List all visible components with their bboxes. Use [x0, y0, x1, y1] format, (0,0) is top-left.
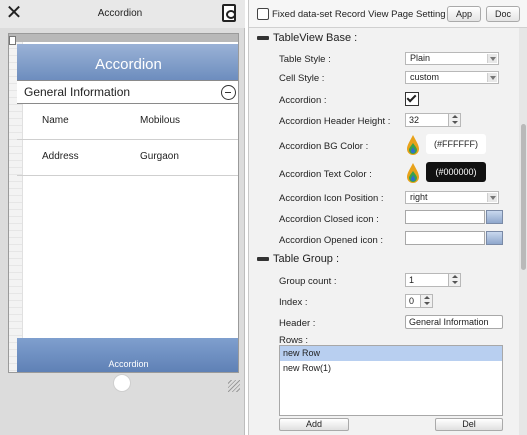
close-icon[interactable]: ✕: [5, 3, 23, 23]
resize-grip-icon[interactable]: [228, 380, 240, 392]
accordion-checkbox[interactable]: [405, 92, 419, 106]
table-style-label: Table Style :: [279, 54, 331, 65]
device-title: Accordion: [97, 8, 143, 19]
group-count-label: Group count :: [279, 276, 337, 287]
accordion-label: Accordion :: [279, 95, 327, 106]
panel-title: Fixed data-set Record View Page Setting: [272, 9, 446, 20]
device-preview: ✕ Accordion Accordion General Informatio…: [0, 0, 245, 435]
chevron-down-icon: [487, 73, 497, 82]
footer-toolbar: Accordion: [17, 338, 238, 372]
bg-color-value[interactable]: (#FFFFFF): [426, 134, 486, 154]
cell-style-label: Cell Style :: [279, 73, 325, 84]
group-count-stepper[interactable]: 1: [405, 273, 461, 287]
page-corner-icon: [9, 36, 16, 45]
color-drop-icon[interactable]: [405, 162, 421, 184]
cell-style-select[interactable]: custom: [405, 71, 499, 84]
page-type-checkbox[interactable]: [257, 8, 269, 20]
rows-list[interactable]: new Row new Row(1): [279, 345, 503, 416]
icon-position-label: Accordion Icon Position :: [279, 193, 384, 204]
horizontal-ruler: [9, 34, 238, 42]
collapse-dash-icon: [257, 257, 269, 262]
scrollbar-thumb[interactable]: [521, 124, 526, 270]
collapse-minus-icon[interactable]: [221, 85, 236, 100]
row-key: Address: [42, 151, 79, 162]
icon-position-select[interactable]: right: [405, 191, 499, 204]
color-drop-icon[interactable]: [405, 134, 421, 156]
text-color-label: Accordion Text Color :: [279, 169, 372, 180]
stepper-arrows-icon[interactable]: [420, 295, 432, 307]
checkmark-icon: [406, 92, 417, 103]
section-label: TableView Base :: [273, 32, 358, 44]
table-style-select[interactable]: Plain: [405, 52, 499, 65]
index-stepper[interactable]: 0: [405, 294, 433, 308]
icon-position-value: right: [410, 192, 428, 202]
cell-style-value: custom: [410, 72, 440, 82]
opened-icon-label: Accordion Opened icon :: [279, 235, 384, 246]
header-label: Header :: [279, 318, 316, 329]
index-value: 0: [409, 296, 415, 306]
section-table-group[interactable]: Table Group :: [257, 253, 339, 265]
collapse-dash-icon: [257, 36, 269, 41]
row-value: Gurgaon: [140, 151, 179, 162]
doc-button[interactable]: Doc: [486, 6, 520, 22]
stepper-arrows-icon[interactable]: [448, 274, 460, 286]
group-count-value: 1: [409, 275, 415, 285]
header-height-label: Accordion Header Height :: [279, 116, 391, 127]
accordion-header[interactable]: General Information: [17, 80, 238, 104]
row-value: Mobilous: [140, 115, 181, 126]
delete-row-button[interactable]: Del: [435, 418, 503, 431]
table-row[interactable]: Address Gurgaon: [17, 140, 238, 176]
properties-panel: Fixed data-set Record View Page Setting …: [248, 0, 527, 435]
closed-icon-browse-button[interactable]: [486, 210, 503, 224]
row-key: Name: [42, 115, 69, 126]
add-row-button[interactable]: Add: [279, 418, 349, 431]
closed-icon-field[interactable]: [405, 210, 485, 224]
closed-icon-label: Accordion Closed icon :: [279, 214, 379, 225]
header-height-value: 32: [409, 115, 420, 125]
bg-color-label: Accordion BG Color :: [279, 141, 369, 152]
text-color-value[interactable]: (#000000): [426, 162, 486, 182]
device-rotate-icon[interactable]: [222, 4, 236, 22]
section-tableview-base[interactable]: TableView Base :: [257, 32, 357, 44]
chevron-down-icon: [487, 54, 497, 63]
header-input[interactable]: General Information: [405, 315, 503, 329]
nav-bar-title: Accordion: [17, 44, 238, 80]
list-item[interactable]: new Row(1): [280, 361, 502, 376]
opened-icon-browse-button[interactable]: [486, 231, 503, 245]
section-label: Table Group :: [273, 253, 340, 265]
app-button[interactable]: App: [447, 6, 481, 22]
list-item[interactable]: new Row: [280, 346, 502, 361]
panel-header: Fixed data-set Record View Page Setting …: [249, 0, 527, 28]
device-toolbar: ✕ Accordion: [0, 0, 245, 28]
stepper-arrows-icon[interactable]: [448, 114, 460, 126]
opened-icon-field[interactable]: [405, 231, 485, 245]
accordion-header-label: General Information: [24, 85, 131, 99]
chevron-down-icon: [487, 193, 497, 202]
home-button[interactable]: [113, 374, 131, 392]
index-label: Index :: [279, 297, 308, 308]
header-height-stepper[interactable]: 32: [405, 113, 461, 127]
device-screen: Accordion General Information Name Mobil…: [8, 33, 239, 373]
table-row[interactable]: Name Mobilous: [17, 104, 238, 140]
app-root: ✕ Accordion Accordion General Informatio…: [0, 0, 527, 435]
table-style-value: Plain: [410, 53, 431, 63]
